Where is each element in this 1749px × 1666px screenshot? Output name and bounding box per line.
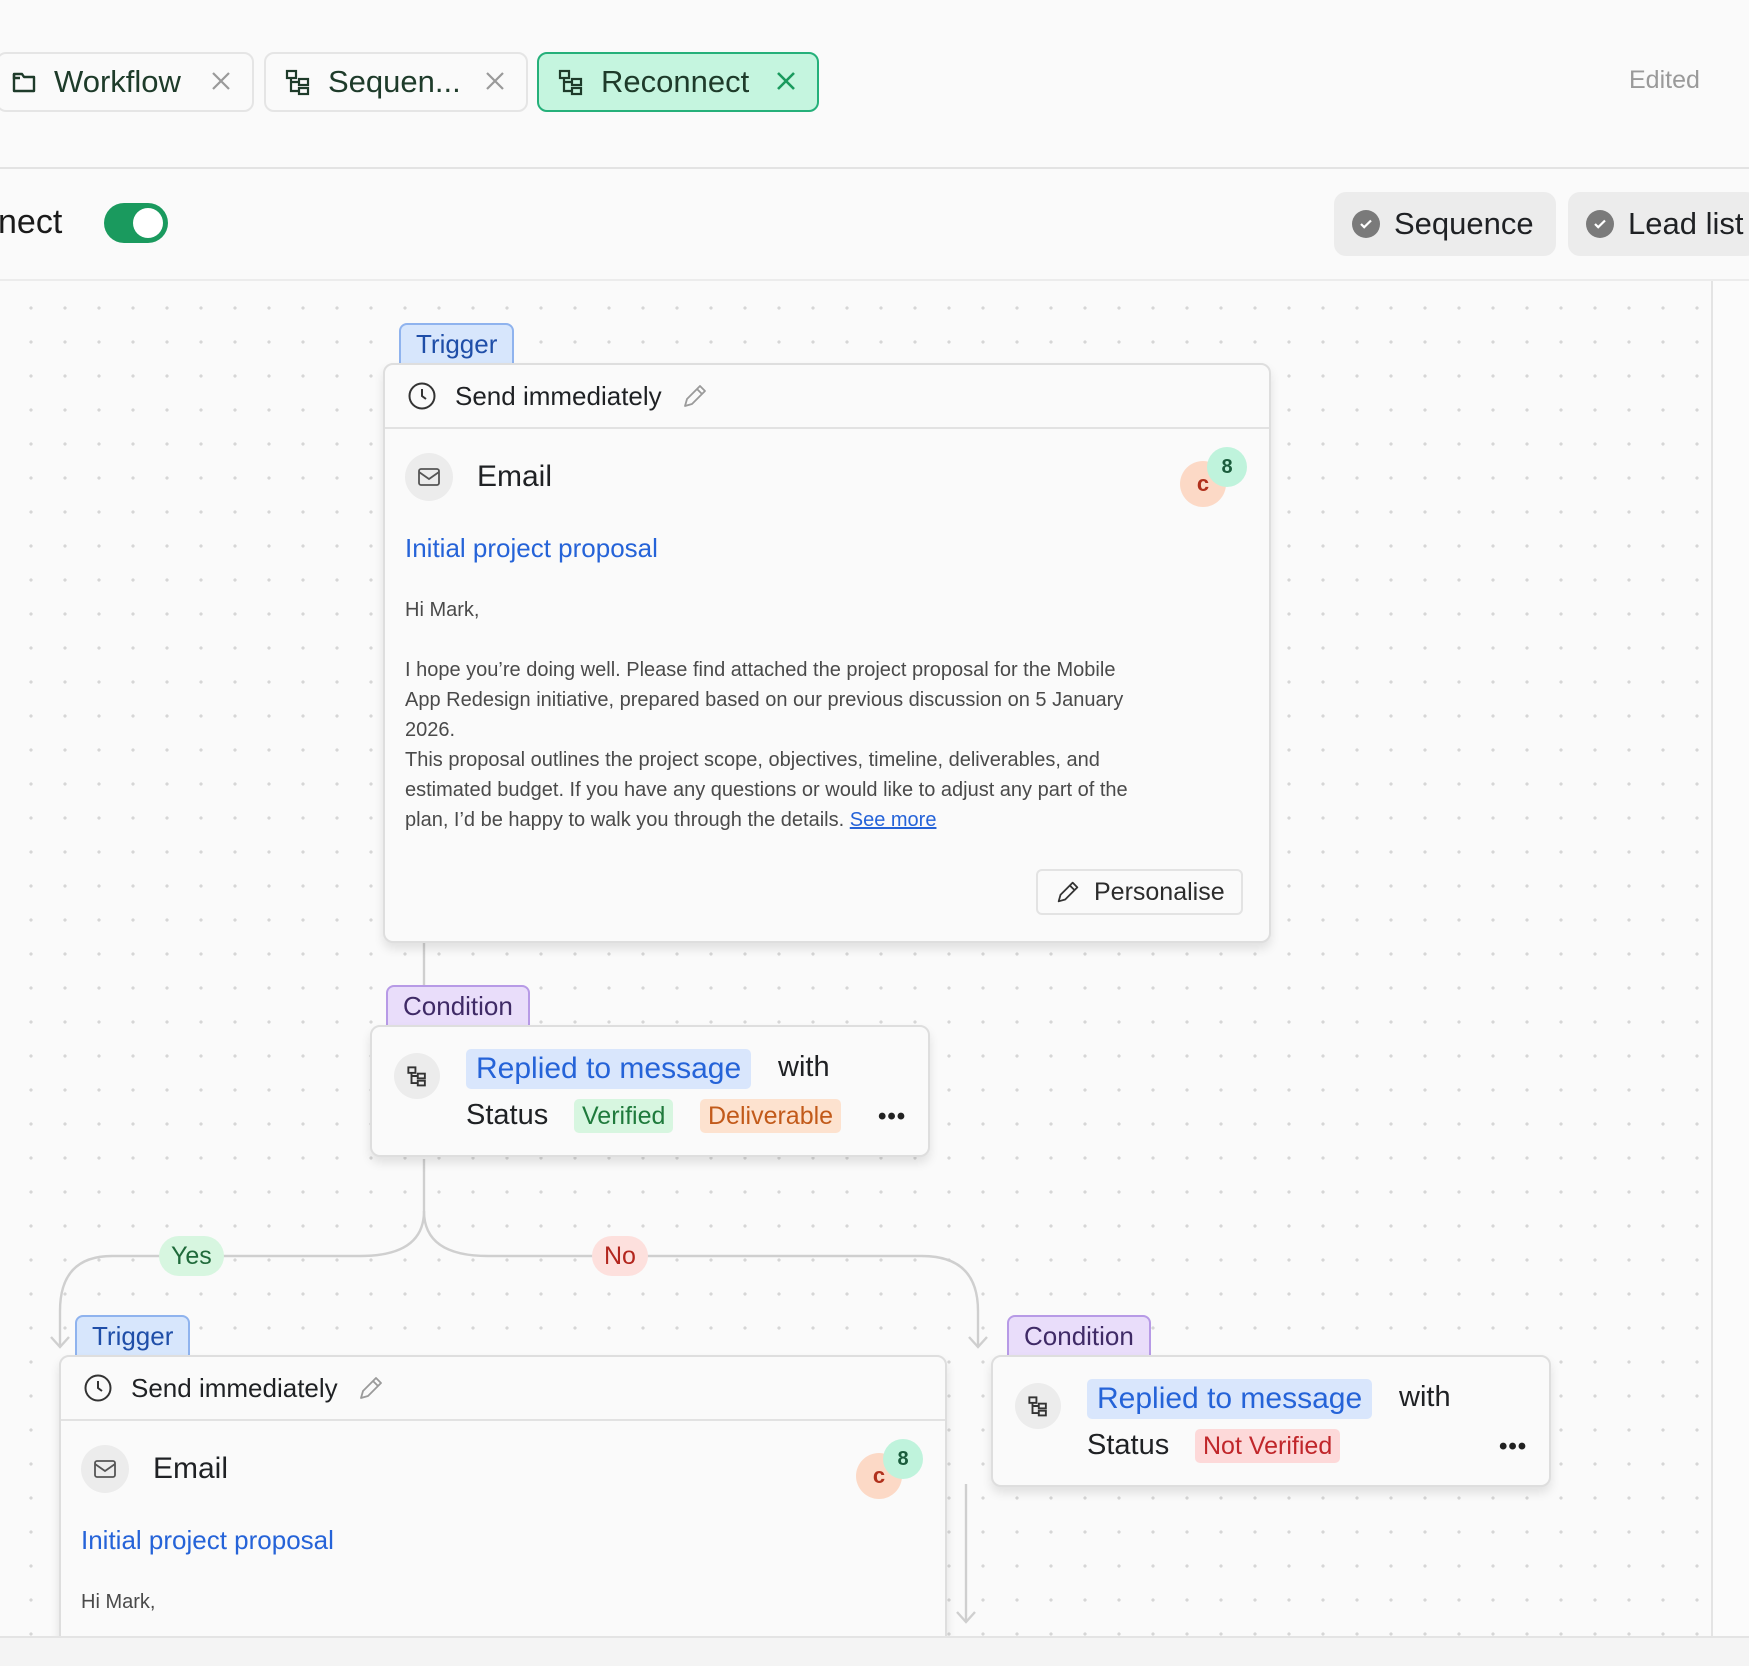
status-chip-not-verified: Not Verified — [1195, 1429, 1341, 1463]
pill-label: Lead list — [1628, 206, 1744, 241]
body-line: estimated budget. If you have any questi… — [405, 779, 1128, 801]
trigger-tag: Trigger — [399, 323, 515, 363]
tree-icon — [284, 68, 312, 96]
edit-timing-icon[interactable] — [356, 1373, 386, 1403]
count-badge: 8 — [883, 1439, 923, 1479]
tab-sequence[interactable]: Sequen... — [264, 52, 528, 112]
workflow-canvas[interactable]: Yes No Trigger Send immediately Email c … — [0, 281, 1711, 1636]
condition-with-label: with — [778, 1051, 830, 1083]
edited-status: Edited — [1629, 66, 1700, 94]
tab-label: Reconnect — [601, 64, 750, 99]
clock-icon — [407, 381, 437, 411]
condition-status-label: Status — [466, 1099, 549, 1131]
body-line: 2026. — [405, 719, 456, 741]
email-greeting: Hi Mark, — [405, 599, 480, 621]
workflow-name: nect — [0, 203, 63, 241]
channel-row: Email — [405, 453, 552, 501]
status-chip-verified: Verified — [574, 1099, 674, 1133]
tab-workflow[interactable]: Workflow — [0, 52, 254, 112]
condition-event[interactable]: Replied to message — [1087, 1379, 1373, 1419]
branch-yes-label: Yes — [159, 1236, 224, 1276]
sequence-status-pill[interactable]: Sequence — [1334, 192, 1556, 256]
condition-tag: Condition — [386, 985, 530, 1025]
tree-icon — [1015, 1383, 1061, 1429]
check-circle-icon — [1352, 210, 1380, 238]
tab-bar: Workflow Sequen... Reconnect Edited — [0, 0, 1749, 169]
personalise-label: Personalise — [1094, 877, 1225, 906]
condition-status-label: Status — [1087, 1429, 1170, 1461]
close-icon[interactable] — [206, 66, 236, 96]
more-options-icon[interactable]: ••• — [878, 1103, 906, 1131]
body-line-last: plan, I’d be happy to walk you through t… — [405, 805, 1255, 835]
step-timing-header: Send immediately — [385, 365, 1269, 429]
channel-label: Email — [477, 460, 553, 493]
branch-no-label: No — [592, 1236, 648, 1276]
lead-list-status-pill[interactable]: Lead list — [1568, 192, 1749, 256]
step-timing-header: Send immediately — [61, 1357, 945, 1421]
timing-label: Send immediately — [131, 1372, 338, 1403]
pencil-icon — [1054, 878, 1082, 906]
trigger-tag: Trigger — [75, 1315, 191, 1355]
pill-label: Sequence — [1394, 206, 1534, 241]
edit-timing-icon[interactable] — [680, 381, 710, 411]
channel-label: Email — [153, 1452, 229, 1485]
check-circle-icon — [1586, 210, 1614, 238]
workflow-icon — [10, 68, 38, 96]
see-more-link[interactable]: See more — [850, 809, 937, 831]
mail-icon — [405, 453, 453, 501]
timing-label: Send immediately — [455, 380, 662, 411]
email-greeting: Hi Mark, — [81, 1591, 156, 1613]
email-subject: Initial project proposal — [81, 1525, 334, 1555]
condition-tag: Condition — [1007, 1315, 1151, 1355]
bottom-bar — [0, 1636, 1749, 1666]
toggle-knob — [133, 208, 163, 238]
tree-icon — [557, 68, 585, 96]
body-line: I hope you’re doing well. Please find at… — [405, 659, 1116, 681]
right-side-panel — [1711, 281, 1749, 1636]
tab-label: Sequen... — [328, 64, 461, 99]
clock-icon — [83, 1373, 113, 1403]
more-options-icon[interactable]: ••• — [1499, 1433, 1527, 1461]
body-line: plan, I’d be happy to walk you through t… — [405, 809, 845, 831]
count-badge: 8 — [1207, 447, 1247, 487]
channel-row: Email — [81, 1445, 228, 1493]
tree-icon — [394, 1053, 440, 1099]
mail-icon — [81, 1445, 129, 1493]
body-line: App Redesign initiative, prepared based … — [405, 689, 1124, 711]
tab-reconnect[interactable]: Reconnect — [537, 52, 819, 112]
email-step-card[interactable]: Send immediately Email c 8 Initial proje… — [59, 1355, 947, 1636]
status-chip-deliverable: Deliverable — [700, 1099, 842, 1133]
workflow-enabled-toggle[interactable] — [104, 203, 168, 243]
condition-step-card[interactable]: Replied to message with Status Not Verif… — [991, 1355, 1551, 1487]
close-icon[interactable] — [771, 66, 801, 96]
email-step-card[interactable]: Send immediately Email c 8 Initial proje… — [383, 363, 1271, 943]
body-line: This proposal outlines the project scope… — [405, 749, 1100, 771]
tab-label: Workflow — [54, 64, 181, 99]
condition-step-card[interactable]: Replied to message with Status Verified … — [370, 1025, 930, 1157]
email-body: I hope you’re doing well. Please find at… — [405, 655, 1255, 835]
condition-with-label: with — [1399, 1381, 1451, 1413]
condition-event[interactable]: Replied to message — [466, 1049, 752, 1089]
email-subject: Initial project proposal — [405, 533, 658, 563]
personalise-button[interactable]: Personalise — [1036, 869, 1243, 915]
close-icon[interactable] — [480, 66, 510, 96]
